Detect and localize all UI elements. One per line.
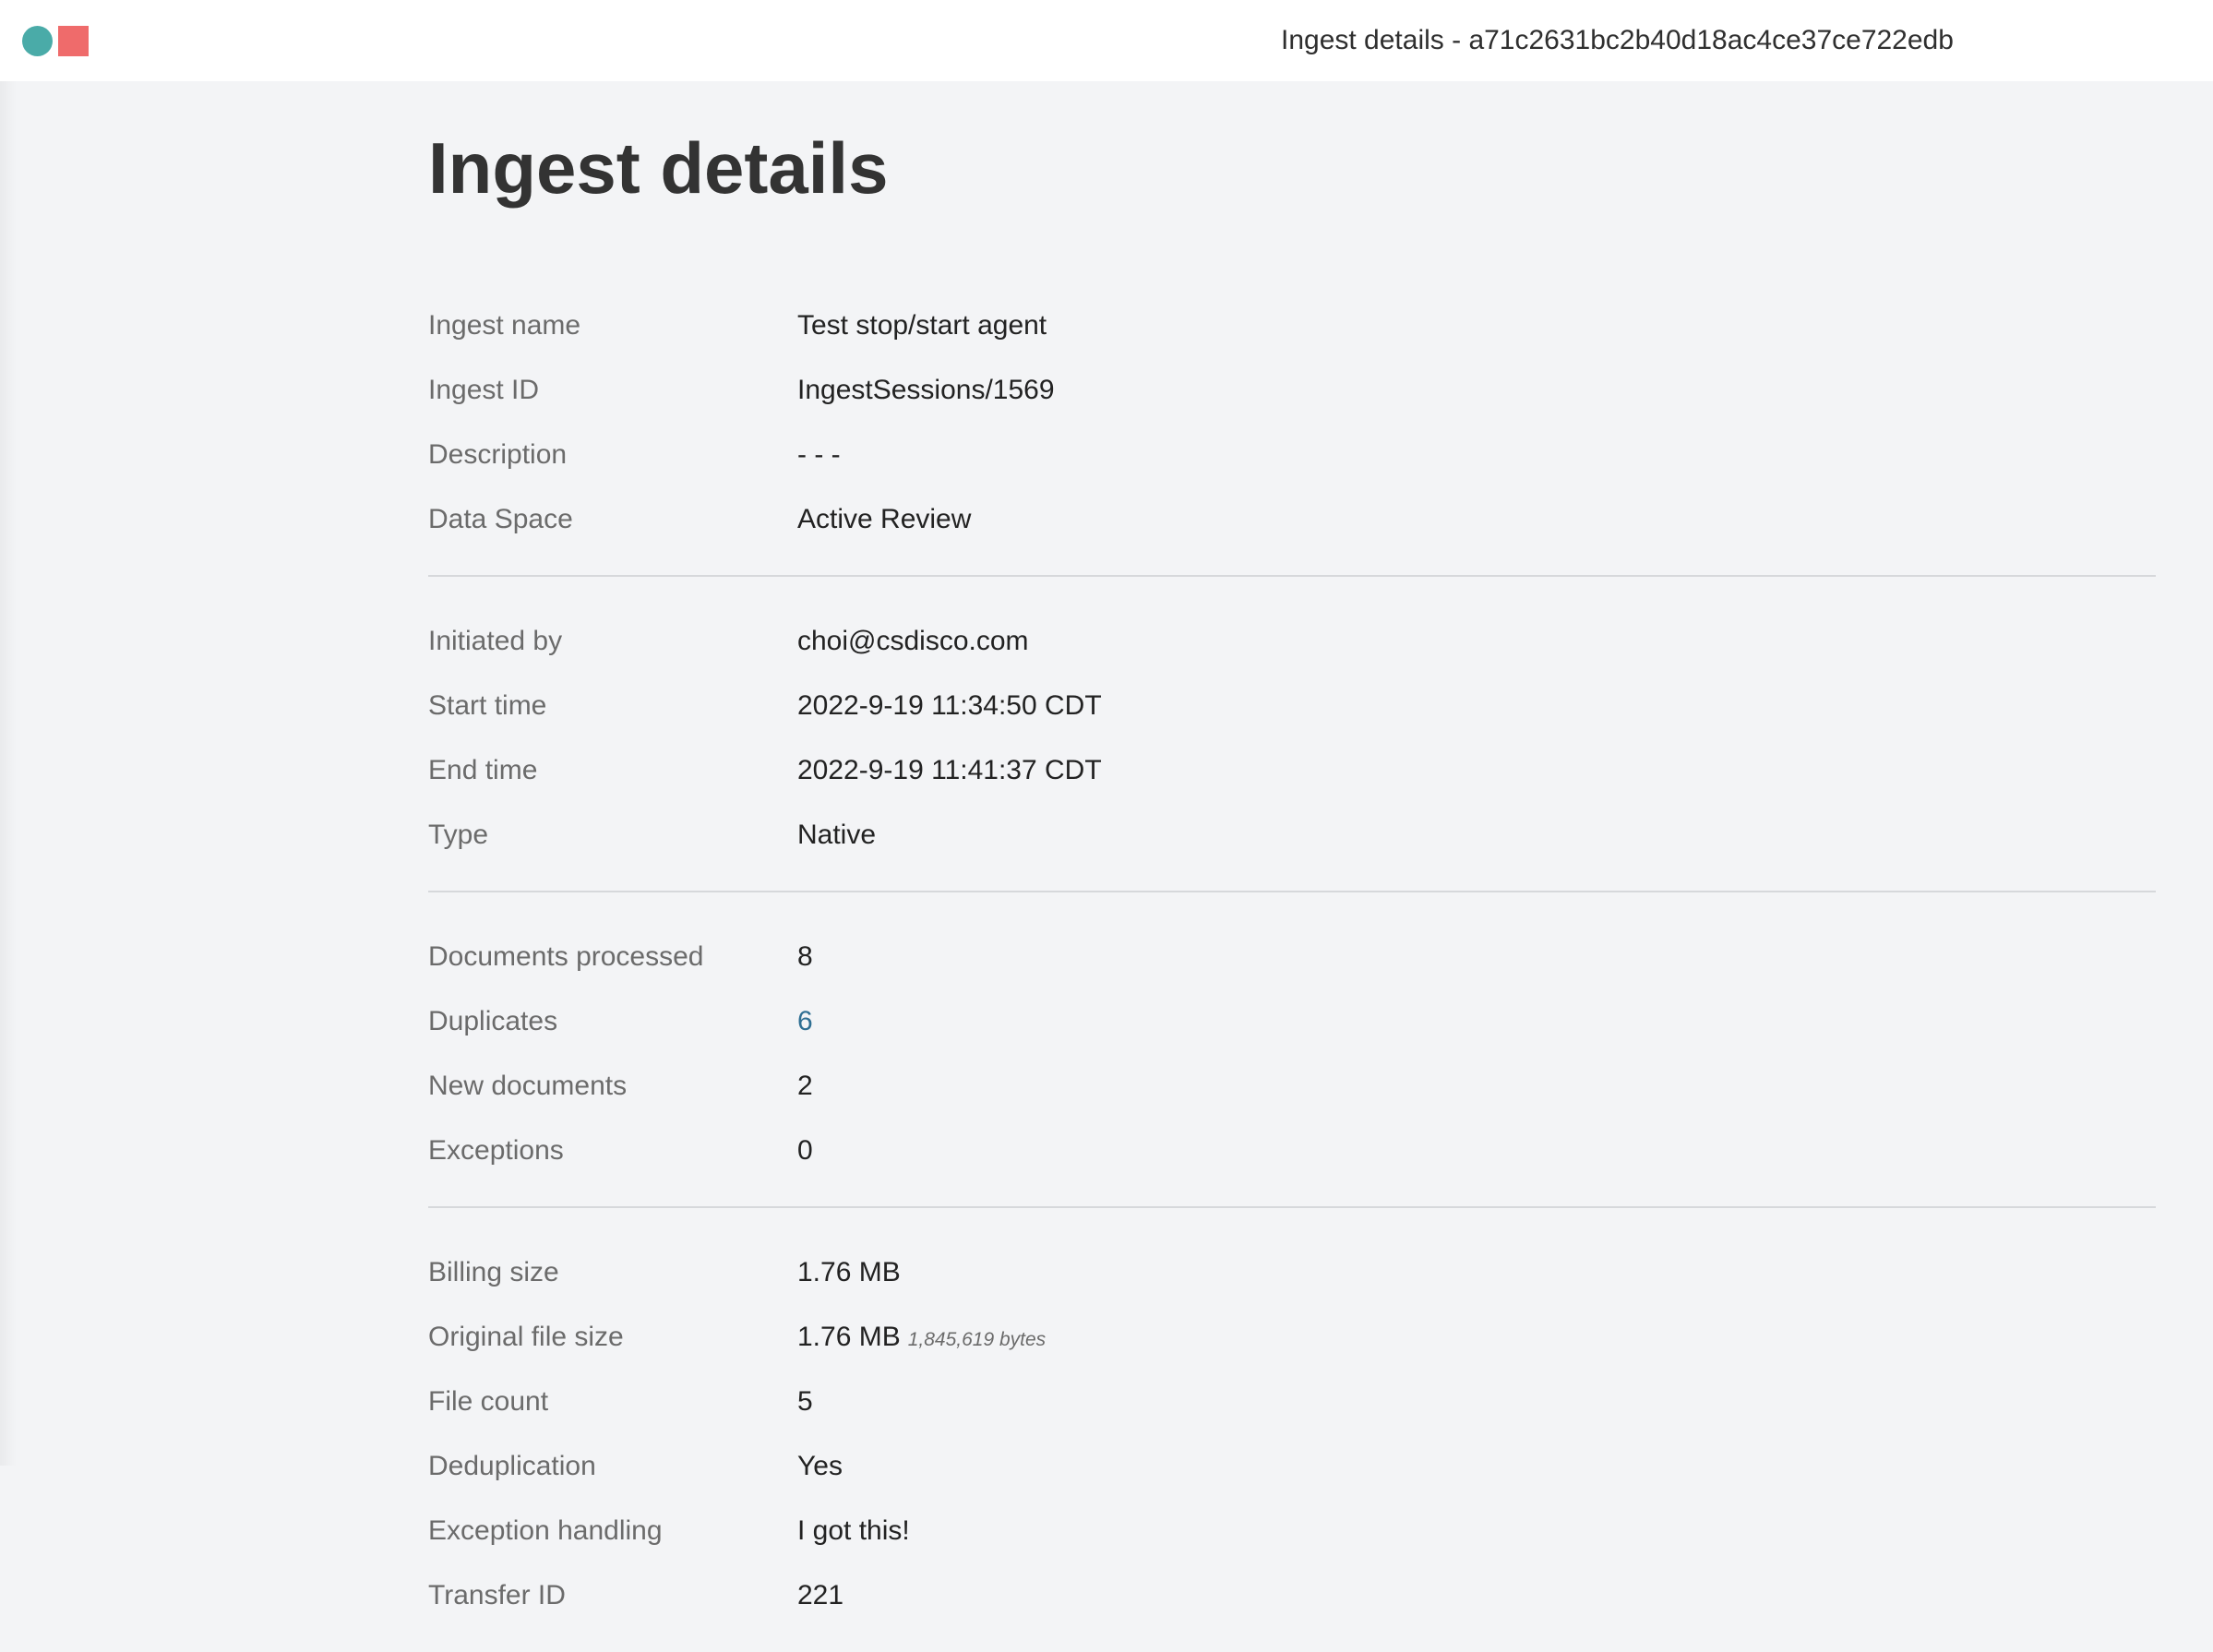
detail-label: Description — [428, 439, 568, 470]
window-title: Ingest details - a71c2631bc2b40d18ac4ce3… — [1281, 25, 1954, 55]
detail-label: End time — [428, 755, 538, 785]
detail-label: Data Space — [428, 504, 573, 534]
left-edge-shadow — [0, 81, 17, 1466]
detail-label: Documents processed — [428, 941, 704, 972]
detail-row-duplicates: Duplicates 6 — [428, 989, 2156, 1054]
detail-label: Start time — [428, 690, 547, 721]
detail-label: Duplicates — [428, 1006, 558, 1036]
detail-value: IngestSessions/1569 — [797, 375, 1055, 405]
duplicates-link[interactable]: 6 — [797, 1006, 813, 1037]
details-section-timing: Initiated by choi@csdisco.com Start time… — [428, 577, 2156, 892]
detail-row-ingest-id: Ingest ID IngestSessions/1569 — [428, 358, 2156, 423]
detail-label: Original file size — [428, 1322, 624, 1352]
detail-row-billing-size: Billing size 1.76 MB — [428, 1240, 2156, 1305]
detail-value: - - - — [797, 439, 841, 470]
detail-row-ingest-name: Ingest name Test stop/start agent — [428, 293, 2156, 358]
detail-row-data-space: Data Space Active Review — [428, 487, 2156, 552]
detail-value: 1.76 MB — [797, 1257, 901, 1287]
app-logo-icon[interactable] — [22, 25, 89, 56]
detail-label: Ingest name — [428, 310, 581, 341]
detail-value: 5 — [797, 1386, 813, 1417]
detail-label: Initiated by — [428, 626, 563, 656]
detail-value: 221 — [797, 1580, 844, 1610]
detail-label: New documents — [428, 1071, 628, 1101]
detail-row-new-documents: New documents 2 — [428, 1054, 2156, 1119]
detail-label: Ingest ID — [428, 375, 540, 405]
top-bar: Ingest details - a71c2631bc2b40d18ac4ce3… — [0, 0, 2213, 81]
detail-label: File count — [428, 1386, 549, 1417]
original-size-value: 1.76 MB — [797, 1322, 901, 1352]
detail-row-exception-handling: Exception handling I got this! — [428, 1499, 2156, 1563]
detail-row-description: Description - - - — [428, 423, 2156, 487]
detail-label: Type — [428, 820, 489, 850]
detail-row-end-time: End time 2022-9-19 11:41:37 CDT — [428, 738, 2156, 803]
detail-row-documents-processed: Documents processed 8 — [428, 925, 2156, 989]
details-section-files: Billing size 1.76 MB Original file size … — [428, 1208, 2156, 1628]
detail-value: I got this! — [797, 1515, 910, 1546]
detail-label: Transfer ID — [428, 1580, 566, 1610]
detail-value: Yes — [797, 1451, 843, 1481]
bytes-note: 1,845,619 bytes — [907, 1329, 1047, 1350]
details-section-documents: Documents processed 8 Duplicates 6 New d… — [428, 892, 2156, 1208]
page-title: Ingest details — [428, 127, 889, 209]
detail-row-start-time: Start time 2022-9-19 11:34:50 CDT — [428, 674, 2156, 738]
detail-value: choi@csdisco.com — [797, 626, 1029, 656]
detail-row-file-count: File count 5 — [428, 1370, 2156, 1434]
detail-row-deduplication: Deduplication Yes — [428, 1434, 2156, 1499]
detail-label: Exception handling — [428, 1515, 663, 1546]
details-section-general: Ingest name Test stop/start agent Ingest… — [428, 293, 2156, 577]
detail-label: Exceptions — [428, 1135, 564, 1166]
detail-row-original-file-size: Original file size 1.76 MB 1,845,619 byte… — [428, 1305, 2156, 1370]
detail-value: 2 — [797, 1071, 813, 1101]
detail-value: 8 — [797, 941, 813, 972]
logo-square-icon — [58, 25, 89, 56]
detail-value: Test stop/start agent — [797, 310, 1047, 341]
detail-label: Deduplication — [428, 1451, 596, 1481]
ingest-details: Ingest name Test stop/start agent Ingest… — [428, 293, 2156, 1628]
detail-value: 1.76 MB 1,845,619 bytes — [797, 1322, 1046, 1353]
detail-label: Billing size — [428, 1257, 559, 1287]
detail-row-exceptions: Exceptions 0 — [428, 1119, 2156, 1183]
detail-value: Native — [797, 820, 877, 850]
detail-value: Active Review — [797, 504, 972, 534]
detail-row-initiated-by: Initiated by choi@csdisco.com — [428, 609, 2156, 674]
logo-circle-icon — [22, 25, 53, 56]
detail-value: 0 — [797, 1135, 813, 1166]
detail-value: 2022-9-19 11:41:37 CDT — [797, 755, 1102, 785]
detail-row-type: Type Native — [428, 803, 2156, 868]
detail-value: 2022-9-19 11:34:50 CDT — [797, 690, 1102, 721]
detail-row-transfer-id: Transfer ID 221 — [428, 1563, 2156, 1628]
